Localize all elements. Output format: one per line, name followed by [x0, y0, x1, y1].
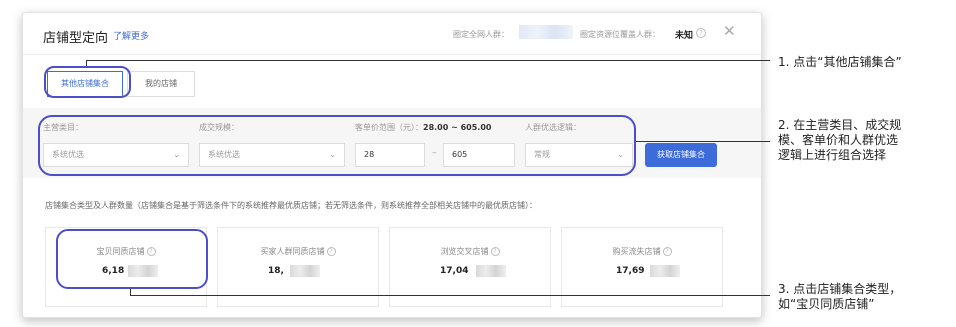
help-icon[interactable]: ?: [696, 28, 706, 38]
get-store-set-button[interactable]: 获取店铺集合: [645, 143, 717, 167]
card-value: 18,: [268, 266, 284, 276]
callout-step-2-line-2: 模、客单价和人群优选: [778, 133, 899, 147]
help-icon: ?: [490, 247, 500, 256]
tab-my-stores[interactable]: 我的店铺: [127, 71, 195, 97]
learn-more-link[interactable]: 了解更多: [113, 29, 149, 42]
callout-step-2-line-1: 2. 在主营类目、成交规: [778, 118, 902, 132]
connector-line-3: [130, 295, 770, 296]
close-icon[interactable]: ✕: [723, 22, 736, 40]
card-name: 买家人群同质店铺: [260, 247, 325, 256]
connector-line-1: [86, 60, 770, 61]
card-title: 浏览交叉店铺?: [390, 246, 550, 257]
card-value-masked: [290, 265, 320, 277]
callout-step-3-line-1: 3. 点击店铺集合类型，: [778, 282, 902, 296]
cover-crowd-label: 圈定资源位覆盖人群：: [580, 30, 660, 39]
help-icon: ?: [662, 247, 672, 256]
card-value: 17,04: [440, 266, 469, 276]
tutorial-figure: 店铺型定向 了解更多 圈定全网人群： 圈定资源位覆盖人群： 未知 ? ✕ 其他店…: [0, 0, 956, 327]
callout-step-3-line-2: 如“宝贝同质店铺”: [778, 297, 875, 311]
callout-step-2-line-3: 逻辑上进行组合选择: [778, 148, 887, 162]
connector-line-2: [636, 141, 770, 142]
modal-title: 店铺型定向: [43, 31, 109, 46]
network-crowd-label: 圈定全网人群：: [453, 30, 509, 39]
highlight-filter-fields: [38, 115, 636, 176]
callout-step-1: 1. 点击“其他店铺集合”: [778, 55, 902, 69]
help-icon: ?: [326, 247, 336, 256]
card-title: 买家人群同质店铺?: [218, 246, 378, 257]
store-set-description: 店铺集合类型及人群数量（店铺集合是基于筛选条件下的系统推荐最优质店铺；若无筛选条…: [45, 201, 537, 210]
card-title: 购买流失店铺?: [562, 246, 722, 257]
network-crowd-value-masked: [519, 25, 573, 39]
cover-crowd-value: 未知: [675, 31, 694, 41]
card-value: 17,69: [616, 266, 645, 276]
callout-step-2: 2. 在主营类目、成交规 模、客单价和人群优选 逻辑上进行组合选择: [778, 118, 901, 163]
card-name: 浏览交叉店铺: [440, 247, 489, 256]
highlight-tab-other-stores: [44, 66, 131, 98]
modal-header: 店铺型定向 了解更多 圈定全网人群： 圈定资源位覆盖人群： 未知 ? ✕: [23, 13, 761, 55]
card-value-masked: [476, 265, 506, 277]
card-name: 购买流失店铺: [612, 247, 661, 256]
card-value-masked: [650, 265, 680, 277]
callout-step-3: 3. 点击店铺集合类型， 如“宝贝同质店铺”: [778, 282, 901, 312]
highlight-same-product-card: [56, 229, 208, 289]
